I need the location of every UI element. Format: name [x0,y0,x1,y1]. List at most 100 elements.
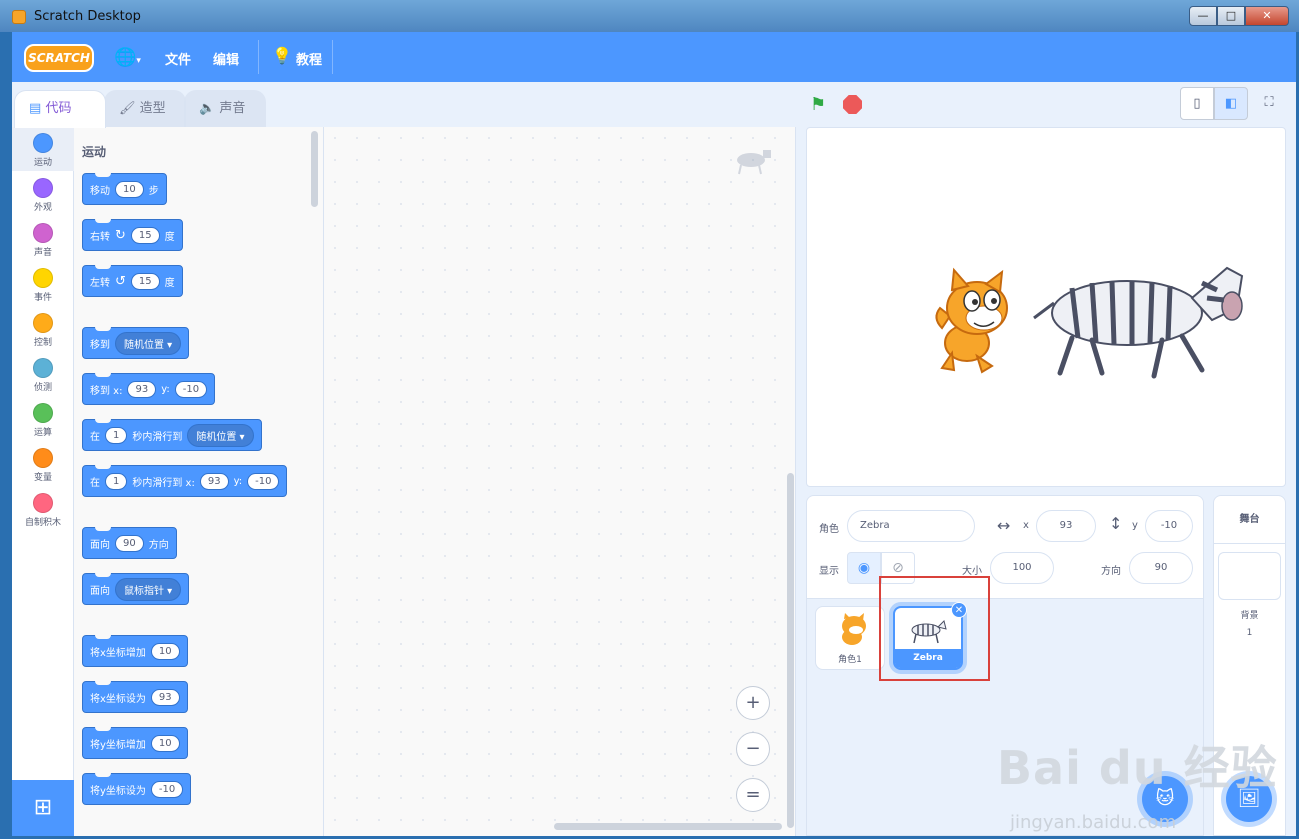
add-extension-button[interactable]: ⊞ [12,780,74,836]
block-glide-to[interactable]: 在 1 秒内滑行到 随机位置 ▾ [82,419,262,451]
block-set-y[interactable]: 将y坐标设为 -10 [82,773,192,805]
scratch-logo[interactable]: SCRATCH [24,44,94,72]
category-dot [33,358,53,378]
workspace-horizontal-scrollbar[interactable] [554,823,782,830]
language-globe-icon[interactable]: 🌐▾ [114,47,141,68]
stage-selector-title: 舞台 [1214,496,1285,544]
workspace-vertical-scrollbar[interactable] [787,473,794,828]
menu-tutorials[interactable]: 教程 [296,49,322,68]
zebra-sprite [1033,266,1244,379]
stage-size-modes: ▯ ◧ ⛶ [1180,87,1286,120]
block-glide-to-xy[interactable]: 在 1 秒内滑行到 x: 93 y: -10 [82,465,288,497]
size-input[interactable]: 100 [990,552,1054,584]
rotate-left-icon: ↺ [115,273,126,289]
block-input[interactable]: -10 [247,472,280,490]
code-workspace[interactable]: + − = [324,127,796,836]
normal-stage-icon: ◧ [1224,96,1238,111]
block-input[interactable]: 93 [127,380,157,398]
menu-divider [332,40,333,74]
direction-input[interactable]: 90 [1129,552,1193,584]
tab-code[interactable]: ▤ 代码 [14,90,106,128]
category-label: 运算 [33,428,52,438]
x-input[interactable]: 93 [1036,510,1096,542]
category-dot [33,448,53,468]
tab-sounds-label: 声音 [219,101,246,116]
block-input[interactable]: -10 [174,380,208,398]
tab-costumes-label: 造型 [139,101,166,116]
category-label: 控制 [33,338,52,348]
show-sprite-button[interactable]: ◉ [847,552,881,584]
palette-scrollbar[interactable] [311,131,318,207]
block-input[interactable]: 10 [150,734,180,752]
block-input[interactable]: 93 [199,472,229,490]
block-change-x[interactable]: 将x坐标增加 10 [82,635,188,667]
y-input[interactable]: -10 [1145,510,1193,542]
block-input[interactable]: 15 [130,272,160,290]
block-input[interactable]: 1 [105,426,128,444]
minimize-button[interactable]: — [1189,6,1217,26]
sprite-tile-cat[interactable]: 角色1 [815,606,885,670]
block-change-y[interactable]: 将y坐标增加 10 [82,727,188,759]
stage[interactable] [806,127,1286,487]
zoom-reset-button[interactable]: = [736,778,770,812]
scratch-app: SCRATCH 🌐▾ 文件 编辑 💡 教程 ▤ 代码 🖌 造型 🔈 声音 运动 [12,32,1296,836]
category-sound[interactable]: 声音 [12,217,74,261]
block-input[interactable]: 93 [150,688,180,706]
category-variables[interactable]: 变量 [12,442,74,486]
normal-stage-button[interactable]: ◧ [1214,87,1248,120]
block-go-to-xy[interactable]: 移到 x: 93 y: -10 [82,373,216,405]
category-looks[interactable]: 外观 [12,172,74,216]
category-events[interactable]: 事件 [12,262,74,306]
add-extension-icon: ⊞ [33,795,53,820]
block-input[interactable]: 90 [115,534,144,552]
block-point-direction[interactable]: 面向 90 方向 [82,527,177,559]
stage-thumbnail[interactable] [1218,552,1281,600]
block-input[interactable]: 10 [115,180,144,198]
block-set-x[interactable]: 将x坐标设为 93 [82,681,188,713]
block-turn-left[interactable]: 左转 ↺ 15 度 [82,265,183,297]
tab-costumes[interactable]: 🖌 造型 [104,90,186,127]
category-dot [33,133,53,153]
tab-sounds[interactable]: 🔈 声音 [184,90,266,127]
zoom-in-button[interactable]: + [736,686,770,720]
block-input[interactable]: -10 [150,780,184,798]
lightbulb-icon[interactable]: 💡 [272,46,292,65]
block-go-to[interactable]: 移到 随机位置 ▾ [82,327,190,359]
block-dropdown[interactable]: 鼠标指针 ▾ [115,577,182,601]
block-input[interactable]: 1 [105,472,128,490]
category-sensing[interactable]: 侦测 [12,352,74,396]
zoom-out-button[interactable]: − [736,732,770,766]
block-move-steps[interactable]: 移动 10 步 [82,173,167,205]
maximize-button[interactable]: □ [1217,6,1245,26]
menu-file[interactable]: 文件 [165,49,191,68]
cat-thumbnail [842,613,866,645]
y-label: y [1132,520,1138,531]
block-input[interactable]: 10 [150,642,180,660]
small-stage-button[interactable]: ▯ [1180,87,1214,120]
green-flag-icon[interactable]: ⚑ [810,94,826,115]
block-text: 面向 [90,585,110,597]
category-control[interactable]: 控制 [12,307,74,351]
category-my-blocks[interactable]: 自制积木 [12,487,74,531]
block-text: 左转 [90,277,110,289]
block-dropdown[interactable]: 随机位置 ▾ [187,423,254,447]
block-turn-right[interactable]: 右转 ↻ 15 度 [82,219,183,251]
zoom-in-icon: + [745,692,761,713]
editor-tabs: ▤ 代码 🖌 造型 🔈 声音 [12,82,792,128]
sprite-name-input[interactable]: Zebra [847,510,975,542]
close-button[interactable]: ✕ [1245,6,1289,26]
block-input[interactable]: 15 [130,226,160,244]
category-motion[interactable]: 运动 [12,127,74,171]
block-point-towards[interactable]: 面向 鼠标指针 ▾ [82,573,190,605]
menu-edit[interactable]: 编辑 [213,49,239,68]
eye-icon: ◉ [857,560,871,576]
category-operators[interactable]: 运算 [12,397,74,441]
block-dropdown[interactable]: 随机位置 ▾ [115,331,182,355]
category-dot [33,223,53,243]
backdrops-label: 背景 [1240,611,1259,621]
fullscreen-button[interactable]: ⛶ [1252,87,1286,120]
cat-sprite [935,267,1008,374]
category-dot [33,313,53,333]
stop-icon[interactable] [843,95,862,114]
menu-divider [258,40,259,74]
